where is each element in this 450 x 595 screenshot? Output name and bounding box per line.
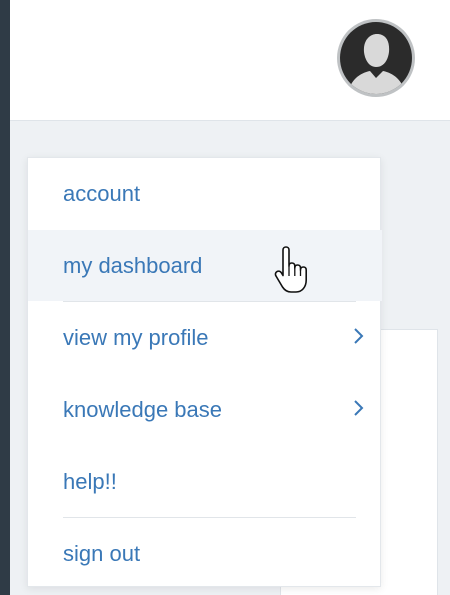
menu-item-label: view my profile xyxy=(63,325,209,350)
top-header-bar xyxy=(10,0,450,121)
menu-item-my-dashboard[interactable]: my dashboard xyxy=(28,230,382,301)
chevron-right-icon xyxy=(353,302,369,373)
user-dropdown-menu: account my dashboard view my profile kno… xyxy=(27,157,382,589)
menu-item-label: knowledge base xyxy=(63,397,223,422)
menu-item-label: sign out xyxy=(63,541,141,566)
menu-item-help[interactable]: help!! xyxy=(28,446,382,517)
user-avatar-icon xyxy=(340,22,412,94)
menu-item-account[interactable]: account xyxy=(28,158,382,229)
chevron-right-icon xyxy=(353,374,369,445)
menu-item-label: account xyxy=(63,181,141,206)
menu-item-view-my-profile[interactable]: view my profile xyxy=(28,302,382,373)
menu-item-label: help!! xyxy=(63,469,117,494)
app-window: account my dashboard view my profile kno… xyxy=(10,0,450,595)
user-avatar-button[interactable] xyxy=(337,19,415,97)
hand-pointer-icon xyxy=(272,246,312,296)
menu-item-label: my dashboard xyxy=(63,253,203,278)
menu-item-knowledge-base[interactable]: knowledge base xyxy=(28,374,382,445)
menu-item-sign-out[interactable]: sign out xyxy=(28,518,382,589)
